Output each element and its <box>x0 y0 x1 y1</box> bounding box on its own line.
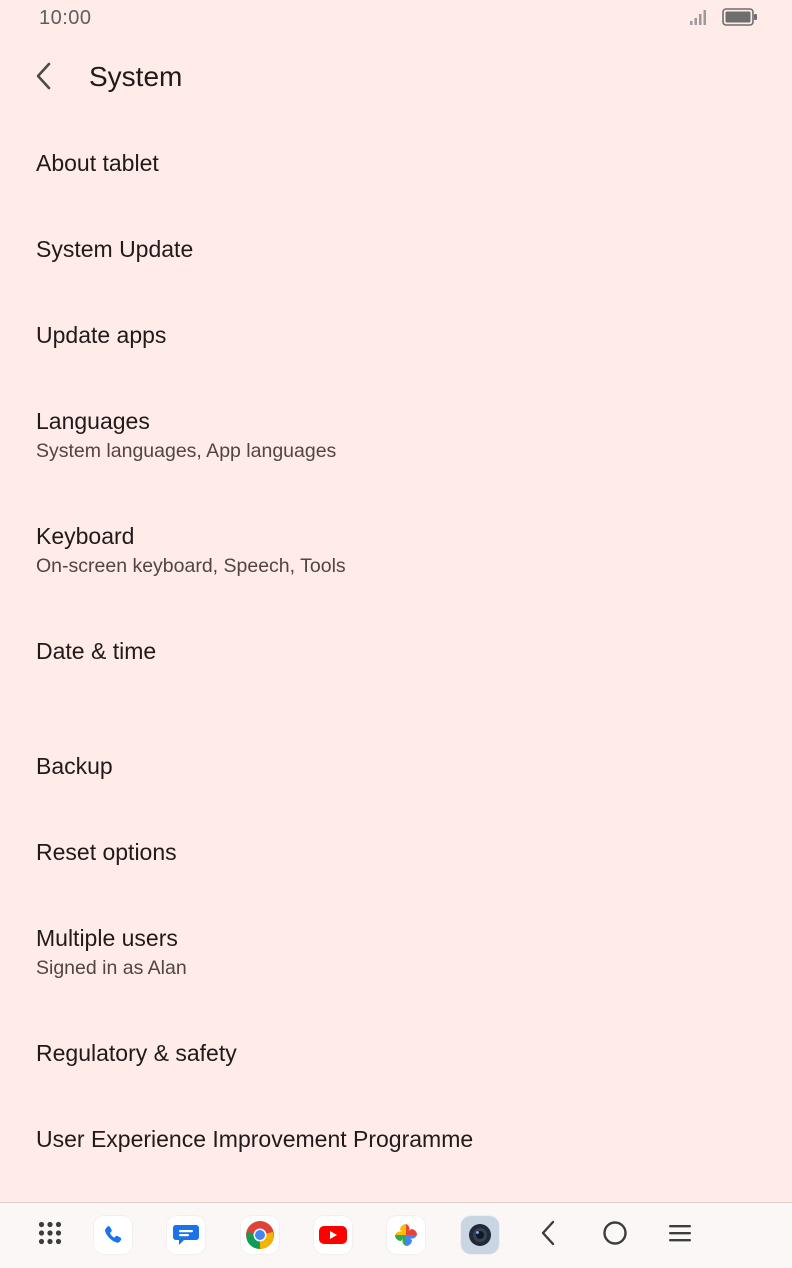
photos-app-button[interactable] <box>386 1215 426 1255</box>
status-bar: 10:00 <box>0 0 792 38</box>
taskbar <box>0 1202 792 1268</box>
setting-title: Update apps <box>36 322 167 348</box>
setting-subtitle: System languages, App languages <box>36 440 337 462</box>
setting-title: Regulatory & safety <box>36 1040 237 1066</box>
setting-date-time[interactable]: Date & time <box>0 608 792 723</box>
setting-backup[interactable]: Backup <box>0 723 792 809</box>
setting-update-apps[interactable]: Update apps <box>0 292 792 378</box>
back-button[interactable] <box>24 58 64 98</box>
setting-multiple-users[interactable]: Multiple users Signed in as Alan <box>0 895 792 1010</box>
youtube-icon <box>314 1216 352 1254</box>
app-drawer-icon <box>38 1221 62 1250</box>
recents-icon <box>667 1222 693 1249</box>
setting-title: Date & time <box>36 638 157 664</box>
battery-icon <box>722 8 758 31</box>
system-home-button[interactable] <box>595 1215 635 1255</box>
setting-title: Backup <box>36 753 113 779</box>
app-drawer-button[interactable] <box>30 1215 70 1255</box>
setting-title: About tablet <box>36 150 159 176</box>
messages-icon <box>167 1216 205 1254</box>
setting-user-experience-programme[interactable]: User Experience Improvement Programme <box>0 1096 792 1182</box>
setting-about-tablet[interactable]: About tablet <box>0 120 792 206</box>
chrome-app-button[interactable] <box>240 1215 280 1255</box>
phone-app-button[interactable] <box>93 1215 133 1255</box>
photos-icon <box>387 1216 425 1254</box>
chrome-icon <box>241 1216 279 1254</box>
app-bar: System <box>0 48 792 108</box>
camera-icon <box>461 1216 499 1254</box>
setting-regulatory-safety[interactable]: Regulatory & safety <box>0 1010 792 1096</box>
setting-languages[interactable]: Languages System languages, App language… <box>0 378 792 493</box>
system-back-button[interactable] <box>528 1215 568 1255</box>
signal-icon <box>690 9 708 30</box>
setting-keyboard[interactable]: Keyboard On-screen keyboard, Speech, Too… <box>0 493 792 608</box>
setting-title: Keyboard <box>36 523 135 549</box>
back-icon <box>538 1219 558 1252</box>
setting-title: Multiple users <box>36 925 178 951</box>
page-title: System <box>89 61 183 92</box>
camera-app-button[interactable] <box>460 1215 500 1255</box>
status-time: 10:00 <box>39 7 92 29</box>
setting-title: Languages <box>36 408 150 434</box>
setting-system-update[interactable]: System Update <box>0 206 792 292</box>
setting-title: User Experience Improvement Programme <box>36 1126 474 1152</box>
youtube-app-button[interactable] <box>313 1215 353 1255</box>
setting-subtitle: Signed in as Alan <box>36 957 187 979</box>
setting-title: System Update <box>36 236 194 262</box>
setting-subtitle: On-screen keyboard, Speech, Tools <box>36 555 346 577</box>
home-icon <box>601 1219 629 1252</box>
phone-icon <box>94 1216 132 1254</box>
setting-reset-options[interactable]: Reset options <box>0 809 792 895</box>
status-icons <box>690 8 758 31</box>
back-arrow-icon <box>33 61 55 96</box>
setting-title: Reset options <box>36 839 177 865</box>
system-recents-button[interactable] <box>660 1215 700 1255</box>
messages-app-button[interactable] <box>166 1215 206 1255</box>
